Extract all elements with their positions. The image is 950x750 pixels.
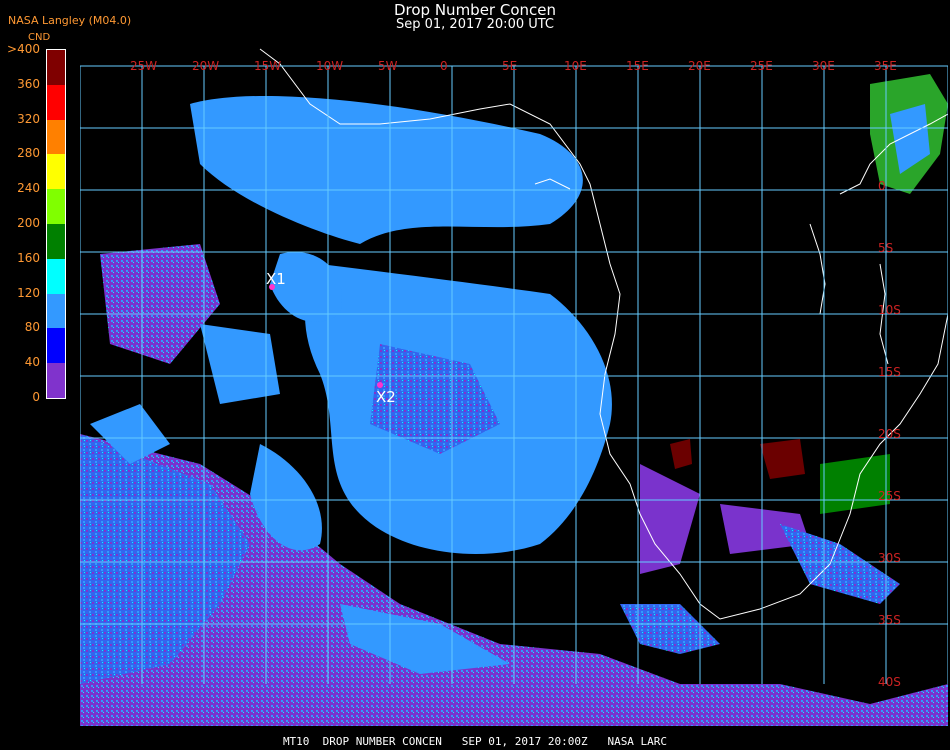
- marker-x1-label: X1: [266, 270, 286, 288]
- longitude-label: 20W: [192, 59, 219, 73]
- longitude-label: 30E: [812, 59, 835, 73]
- colorbar-segment: [47, 293, 65, 329]
- longitude-label: 35E: [874, 59, 897, 73]
- colorbar-tick-label: 0: [32, 390, 40, 404]
- colorbar-tick-label: 80: [24, 320, 40, 335]
- longitude-label: 25E: [750, 59, 773, 73]
- map-timestamp: Sep 01, 2017 20:00 UTC: [395, 17, 555, 32]
- longitude-label: 20E: [688, 59, 711, 73]
- colorbar-tick-label: 280: [17, 146, 40, 161]
- longitude-label: 10W: [316, 59, 343, 73]
- colorbar-tick-label: 200: [17, 216, 40, 230]
- latitude-label: 25S: [878, 489, 901, 503]
- longitude-label: 15W: [254, 59, 281, 73]
- colorbar-segment: [47, 50, 65, 85]
- colorbar-tick-label: 120: [17, 285, 40, 300]
- latitude-label: 0: [878, 179, 886, 193]
- agency-label: NASA Langley (M04.0): [8, 14, 132, 27]
- colorbar-segment: [47, 84, 65, 120]
- latitude-label: 30S: [878, 551, 901, 565]
- longitude-label: 25W: [130, 59, 157, 73]
- longitude-label: 5W: [378, 59, 398, 73]
- colorbar-tick-label: 40: [24, 355, 40, 370]
- colorbar-segment: [47, 223, 65, 259]
- longitude-label: 5E: [502, 59, 517, 73]
- colorbar-tick-label: 240: [17, 181, 40, 196]
- colorbar-tick-label: 360: [17, 76, 40, 91]
- longitude-label: 0: [440, 59, 448, 73]
- marker-x2-label: X2: [376, 388, 396, 406]
- satellite-map: 25W 20W 15W 10W 5W 0 5E 10E 15E 20E 25E 30E 35E 0 5S 10…: [80, 44, 948, 726]
- colorbar-segment: [47, 154, 65, 190]
- colorbar-tick-label: 320: [17, 111, 40, 126]
- footer-caption: MT10 DROP NUMBER CONCEN SEP 01, 2017 20:…: [282, 735, 668, 748]
- colorbar-tick-label: >400: [7, 42, 40, 56]
- longitude-label: 10E: [564, 59, 587, 73]
- colorbar-tick-label: 160: [17, 250, 40, 265]
- colorbar: [46, 49, 66, 399]
- colorbar-segment: [47, 363, 65, 398]
- colorbar-segment: [47, 189, 65, 224]
- latitude-label: 10S: [878, 303, 901, 317]
- latitude-label: 20S: [878, 427, 901, 441]
- colorbar-segment: [47, 119, 65, 155]
- marker-x1: X1: [266, 270, 286, 290]
- latitude-label: 5S: [878, 241, 893, 255]
- longitude-label: 15E: [626, 59, 649, 73]
- latitude-label: 35S: [878, 613, 901, 627]
- latitude-label: 15S: [878, 365, 901, 379]
- latitude-label: 40S: [878, 675, 901, 689]
- colorbar-segment: [47, 328, 65, 364]
- colorbar-segment: [47, 258, 65, 294]
